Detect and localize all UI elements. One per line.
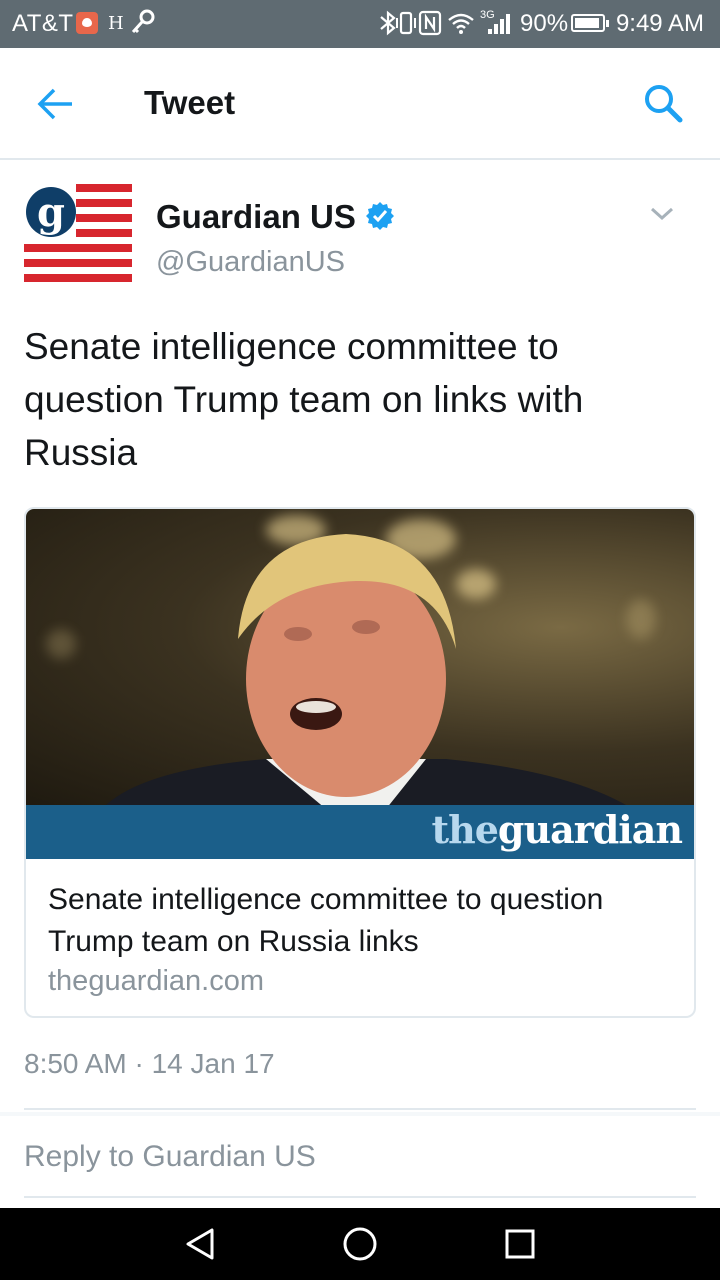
- search-button[interactable]: [638, 78, 690, 130]
- page-title: Tweet: [144, 84, 236, 121]
- link-card[interactable]: theguardian Senate intelligence committe…: [24, 507, 696, 1018]
- reply-underline: [24, 1196, 696, 1198]
- nav-home-button[interactable]: [340, 1224, 380, 1264]
- arrow-left-icon: [37, 88, 72, 120]
- nav-back-button[interactable]: [180, 1224, 220, 1264]
- recents-square-icon: [505, 1229, 535, 1259]
- card-image: [26, 509, 694, 805]
- search-icon: [645, 85, 683, 123]
- divider-band: [0, 1112, 720, 1116]
- back-button[interactable]: [32, 80, 80, 128]
- tweet-text: Senate intelligence committee to questio…: [24, 326, 584, 473]
- notification-icon: [76, 12, 98, 34]
- avatar[interactable]: g: [24, 184, 132, 292]
- author-handle[interactable]: @GuardianUS: [156, 246, 345, 279]
- card-brand-banner: theguardian: [26, 805, 694, 859]
- back-triangle-icon: [186, 1228, 214, 1260]
- author-name[interactable]: Guardian US: [156, 198, 356, 236]
- bluetooth-icon: [380, 10, 396, 36]
- svg-text:g: g: [37, 189, 65, 236]
- nav-recents-button[interactable]: [500, 1224, 540, 1264]
- status-bar: AT&T H 3G 90% 9:49 AM: [0, 0, 720, 48]
- signal-icon: [488, 14, 510, 34]
- home-circle-icon: [343, 1227, 377, 1261]
- reply-input[interactable]: Reply to Guardian US: [24, 1140, 696, 1184]
- vibrate-icon: [396, 11, 416, 35]
- battery-icon: [571, 14, 609, 32]
- verified-badge-icon: [366, 202, 394, 230]
- nfc-icon: [418, 10, 442, 36]
- system-nav-bar: [0, 1208, 720, 1280]
- card-title: Senate intelligence committee to questio…: [48, 883, 604, 958]
- person-photo: [106, 534, 626, 805]
- tweet-timestamp: 8:50 AM · 14 Jan 17: [24, 1048, 275, 1079]
- battery-percent: 90%: [520, 10, 569, 37]
- divider: [24, 1108, 696, 1110]
- card-domain: theguardian.com: [48, 965, 265, 997]
- clock: 9:49 AM: [615, 10, 704, 37]
- wifi-icon: [448, 13, 474, 34]
- key-icon: [131, 9, 155, 34]
- tweet-options-button[interactable]: [646, 200, 678, 228]
- carrier-label: AT&T: [12, 10, 74, 37]
- network-letter: H: [108, 13, 124, 34]
- app-header: Tweet: [0, 48, 720, 160]
- chevron-down-icon: [650, 207, 674, 221]
- guardian-logo: theguardian: [431, 807, 683, 852]
